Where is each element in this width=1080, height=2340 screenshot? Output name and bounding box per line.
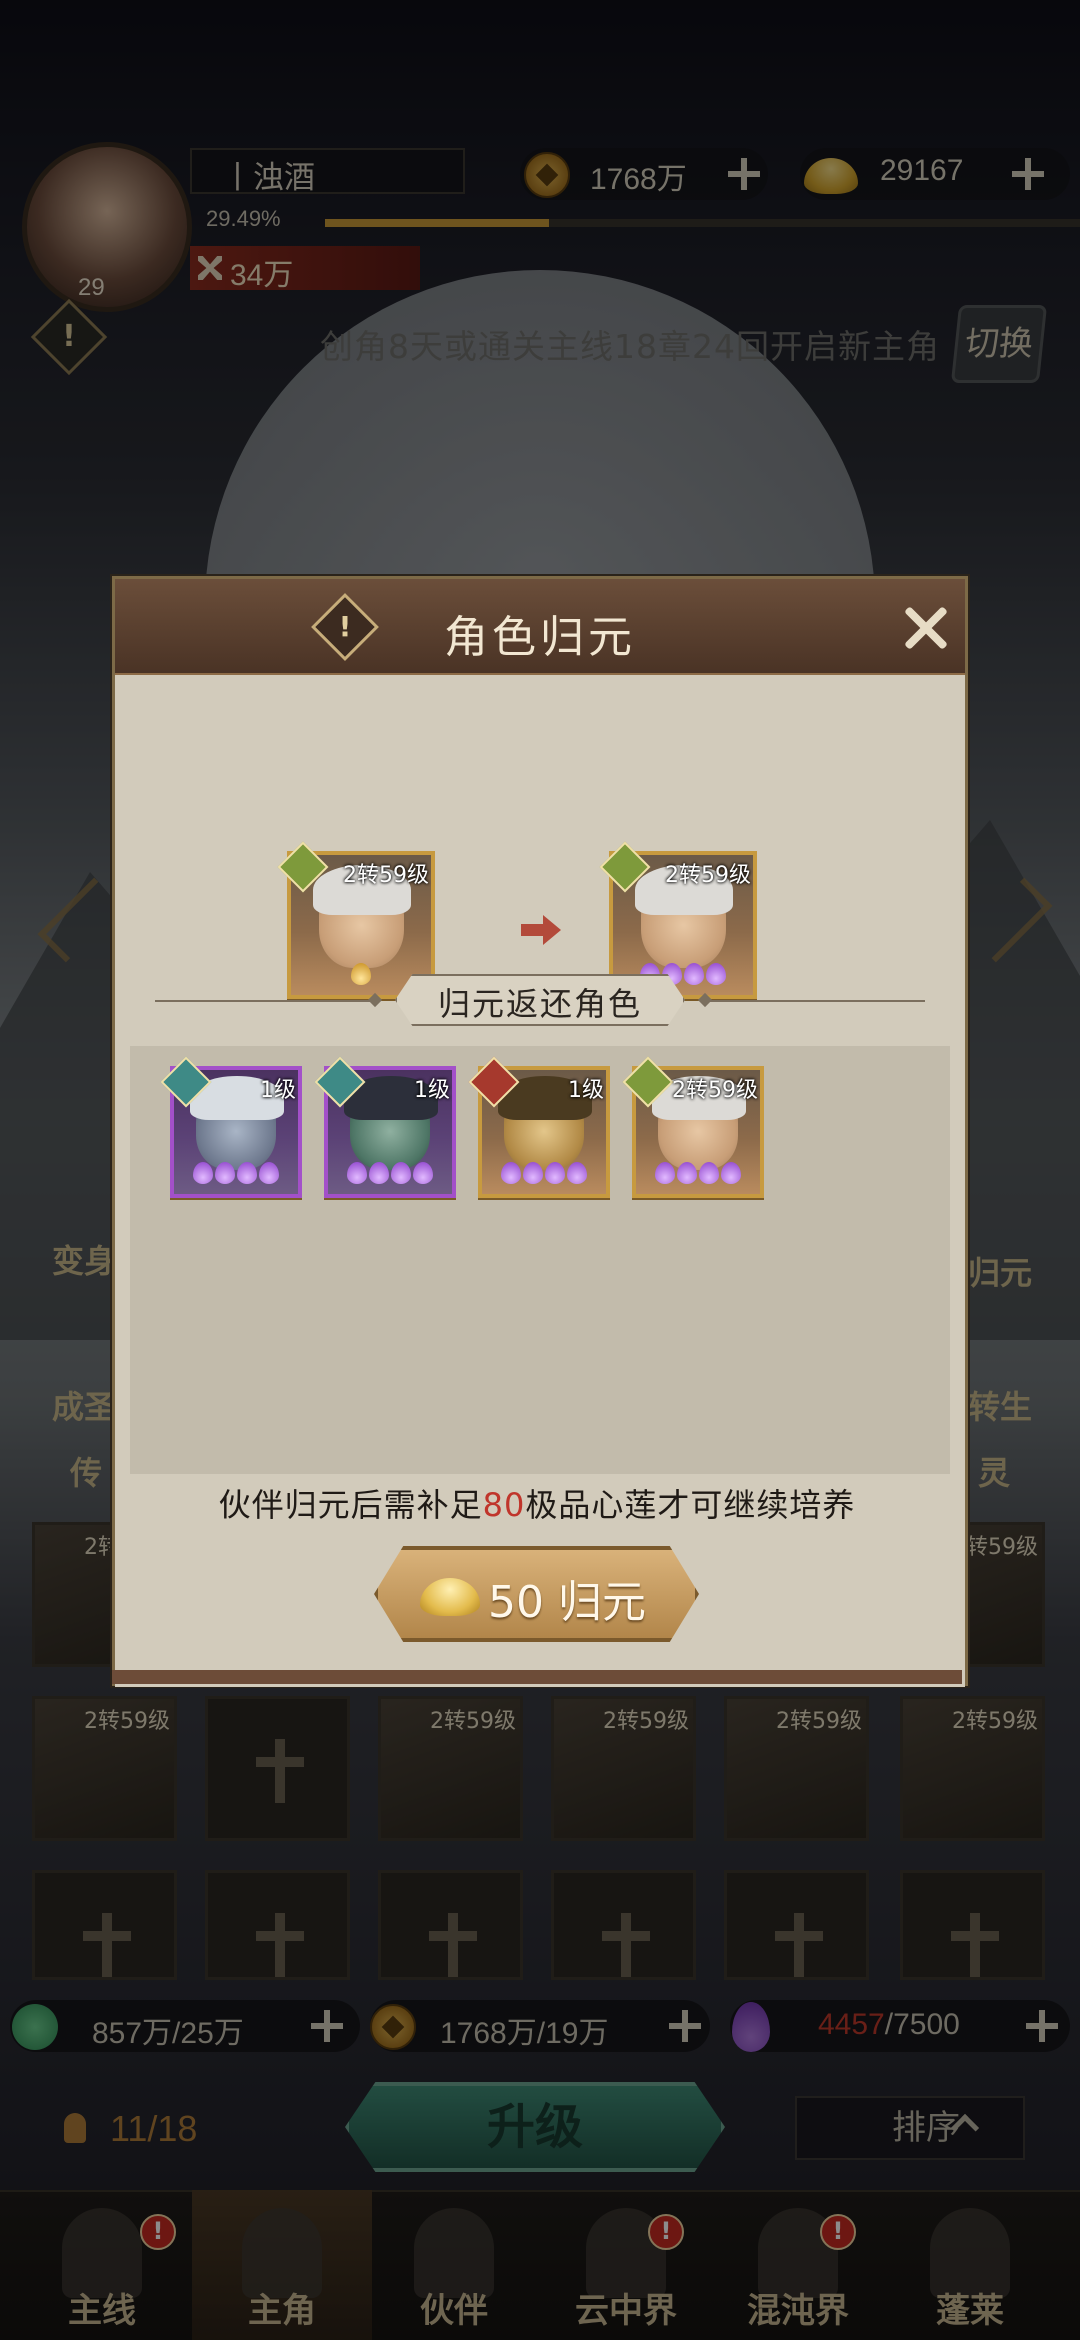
purple-star-icon — [545, 1162, 565, 1184]
requirement-note: 伙伴归元后需补足80极品心莲才可继续培养 — [218, 1486, 856, 1524]
purple-star-icon — [523, 1162, 543, 1184]
star-row — [174, 1162, 298, 1188]
star-row — [328, 1162, 452, 1188]
gold-ingot-icon — [420, 1578, 480, 1616]
game-screen: 29 丨浊酒 29.49% 34万 1768万 29167 ! 创角8天或通关主… — [0, 0, 1080, 2340]
purple-star-icon — [215, 1162, 235, 1184]
returned-hero-card[interactable]: 1级 — [314, 1056, 456, 1198]
purple-star-icon — [655, 1162, 675, 1184]
purple-star-icon — [369, 1162, 389, 1184]
purple-star-icon — [391, 1162, 411, 1184]
hero-level: 1级 — [260, 1078, 296, 1103]
purple-star-icon — [699, 1162, 719, 1184]
purple-star-icon — [237, 1162, 257, 1184]
purple-star-icon — [347, 1162, 367, 1184]
dialog-content: 1级 1级 1级 2转59级 伙伴归元后需补足80极品心莲才可继续培养 50 归… — [112, 576, 968, 1686]
dialog-footer-strip — [112, 1670, 962, 1684]
star-row — [636, 1162, 760, 1188]
hero-level: 2转59级 — [672, 1078, 758, 1103]
star-row — [482, 1162, 606, 1188]
returned-hero-card[interactable]: 1级 — [160, 1056, 302, 1198]
returned-hero-card[interactable]: 2转59级 — [622, 1056, 764, 1198]
purple-star-icon — [501, 1162, 521, 1184]
purple-star-icon — [259, 1162, 279, 1184]
confirm-label: 50 归元 — [488, 1577, 646, 1628]
returned-heroes-area: 1级 1级 1级 2转59级 — [130, 1046, 950, 1474]
purple-star-icon — [677, 1162, 697, 1184]
purple-star-icon — [567, 1162, 587, 1184]
confirm-return-button[interactable]: 50 归元 — [374, 1546, 699, 1642]
purple-star-icon — [193, 1162, 213, 1184]
hero-level: 1级 — [414, 1078, 450, 1103]
purple-star-icon — [413, 1162, 433, 1184]
returned-hero-card[interactable]: 1级 — [468, 1056, 610, 1198]
hero-level: 1级 — [568, 1078, 604, 1103]
purple-star-icon — [721, 1162, 741, 1184]
